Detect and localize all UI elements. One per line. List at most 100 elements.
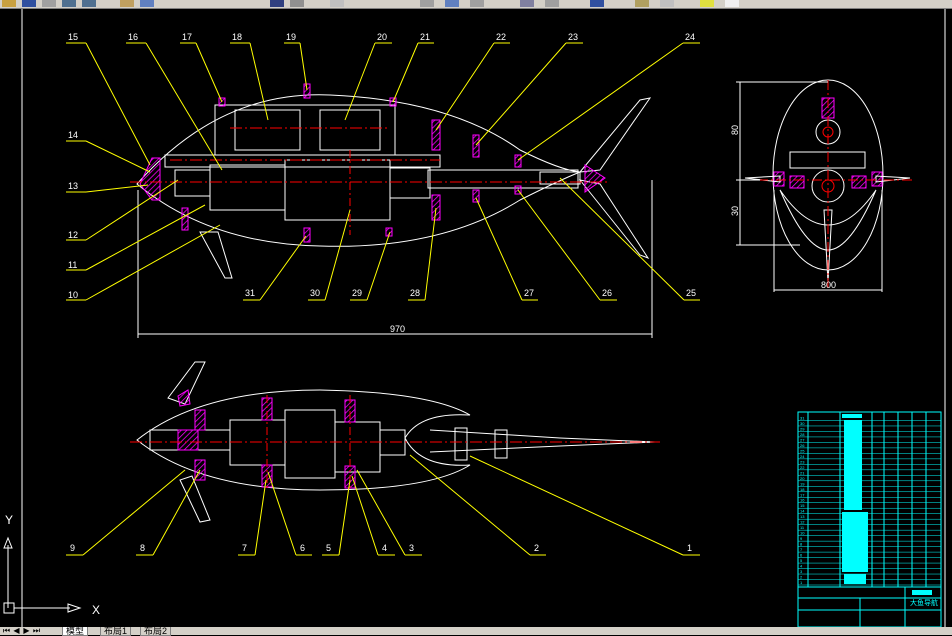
next-tab-icon[interactable]: ▶ <box>22 627 31 635</box>
layer-lightbulb-icon[interactable] <box>700 0 714 7</box>
print-icon[interactable] <box>42 0 56 7</box>
callout-10: 10 <box>68 290 78 300</box>
title-block-row-number: 26 <box>800 443 805 448</box>
callout-15: 15 <box>68 32 78 42</box>
title-block-row-number: 8 <box>800 542 803 547</box>
callout-4: 4 <box>382 543 387 553</box>
toolbar <box>0 0 952 9</box>
callout-9: 9 <box>70 543 75 553</box>
layer-state-icon[interactable] <box>660 0 674 7</box>
title-block-row-number: 24 <box>800 454 805 459</box>
callout-18: 18 <box>232 32 242 42</box>
callout-31: 31 <box>245 288 255 298</box>
dimension-front-top: 80 <box>730 125 740 135</box>
dimension-front-width: 800 <box>821 280 836 290</box>
title-block-row-number: 5 <box>800 558 803 563</box>
title-block-rows: 1234567891011121314151617181920212223242… <box>798 415 941 586</box>
callout-1: 1 <box>687 543 692 553</box>
match-icon[interactable] <box>330 0 344 7</box>
title-block-name: 大鱼导航 <box>910 598 938 607</box>
layout-tabs: ⏮ ◀ ▶ ⏭ 模型 布局1 布局2 <box>0 627 952 636</box>
title-block-row-number: 14 <box>800 509 805 514</box>
title-block-row-number: 27 <box>800 437 805 442</box>
callout-26: 26 <box>602 288 612 298</box>
callout-labels-lower: 9 8 7 6 5 4 3 2 1 <box>70 543 692 553</box>
title-block-row-number: 15 <box>800 503 805 508</box>
callout-20: 20 <box>377 32 387 42</box>
zoom-previous-icon[interactable] <box>445 0 459 7</box>
title-block-row-number: 11 <box>800 525 805 530</box>
pan-icon[interactable] <box>120 0 134 7</box>
callouts-lower <box>66 454 700 556</box>
callout-6: 6 <box>300 543 305 553</box>
callout-labels-top: 15 16 17 18 19 20 21 22 23 24 14 13 12 1… <box>68 32 696 300</box>
title-block-row-number: 3 <box>800 569 803 574</box>
callout-19: 19 <box>286 32 296 42</box>
side-view-section <box>130 83 653 338</box>
callouts-top <box>66 42 700 301</box>
title-block-row-number: 29 <box>800 426 805 431</box>
callout-21: 21 <box>420 32 430 42</box>
prev-tab-icon[interactable]: ◀ <box>12 627 21 635</box>
drawing-border <box>21 9 946 627</box>
callout-11: 11 <box>68 260 77 270</box>
zoom-icon[interactable] <box>140 0 154 7</box>
last-tab-icon[interactable]: ⏭ <box>32 627 41 635</box>
dimension-front-bottom: 30 <box>730 206 740 216</box>
ucs-icon <box>3 536 82 614</box>
zoom-window-icon[interactable] <box>420 0 434 7</box>
title-block-row-number: 31 <box>800 415 805 420</box>
title-block-row-number: 21 <box>800 470 805 475</box>
title-block-row-number: 17 <box>800 492 805 497</box>
design-center-icon[interactable] <box>520 0 534 7</box>
title-block-row-number: 19 <box>800 481 805 486</box>
layer-icon[interactable] <box>290 0 304 7</box>
title-block-row-number: 28 <box>800 432 805 437</box>
callout-24: 24 <box>685 32 695 42</box>
first-tab-icon[interactable]: ⏮ <box>2 627 11 635</box>
open-icon[interactable] <box>2 0 16 7</box>
callout-28: 28 <box>410 288 420 298</box>
title-block-row-number: 22 <box>800 465 805 470</box>
callout-23: 23 <box>568 32 578 42</box>
title-block-fills <box>842 414 932 595</box>
sheet-set-icon[interactable] <box>590 0 604 7</box>
properties-icon[interactable] <box>270 0 284 7</box>
plan-view <box>130 361 660 523</box>
title-block-row-number: 16 <box>800 498 805 503</box>
ucs-y-label: Y <box>5 513 13 527</box>
front-view <box>736 79 915 292</box>
callout-2: 2 <box>534 543 539 553</box>
ucs-x-label: X <box>92 603 100 617</box>
undo-icon[interactable] <box>62 0 76 7</box>
title-block-row-number: 4 <box>800 564 803 569</box>
title-block-row-number: 20 <box>800 476 805 481</box>
title-block-row-number: 12 <box>800 520 805 525</box>
callout-29: 29 <box>352 288 362 298</box>
save-icon[interactable] <box>22 0 36 7</box>
layer-color-icon[interactable] <box>725 0 739 7</box>
title-block-row-number: 30 <box>800 421 805 426</box>
callout-22: 22 <box>496 32 506 42</box>
named-views-icon[interactable] <box>470 0 484 7</box>
title-block-row-number: 18 <box>800 487 805 492</box>
tool-palette-icon[interactable] <box>545 0 559 7</box>
callout-3: 3 <box>409 543 414 553</box>
title-block-row-number: 10 <box>800 531 805 536</box>
dimension-length: 970 <box>390 324 405 334</box>
callout-12: 12 <box>68 230 78 240</box>
callout-17: 17 <box>182 32 192 42</box>
callout-14: 14 <box>68 130 78 140</box>
drawing-canvas[interactable]: 970 15 16 17 18 19 20 21 22 23 24 14 13 … <box>0 9 952 628</box>
title-block-row-number: 6 <box>800 553 803 558</box>
callout-7: 7 <box>242 543 247 553</box>
redo-icon[interactable] <box>82 0 96 7</box>
callout-5: 5 <box>326 543 331 553</box>
layer-manager-icon[interactable] <box>635 0 649 7</box>
title-block-row-number: 7 <box>800 547 803 552</box>
callout-25: 25 <box>686 288 696 298</box>
title-block-row-number: 2 <box>800 575 803 580</box>
title-block-row-number: 1 <box>800 580 803 585</box>
title-block-row-number: 25 <box>800 448 805 453</box>
title-block-row-number: 23 <box>800 459 805 464</box>
